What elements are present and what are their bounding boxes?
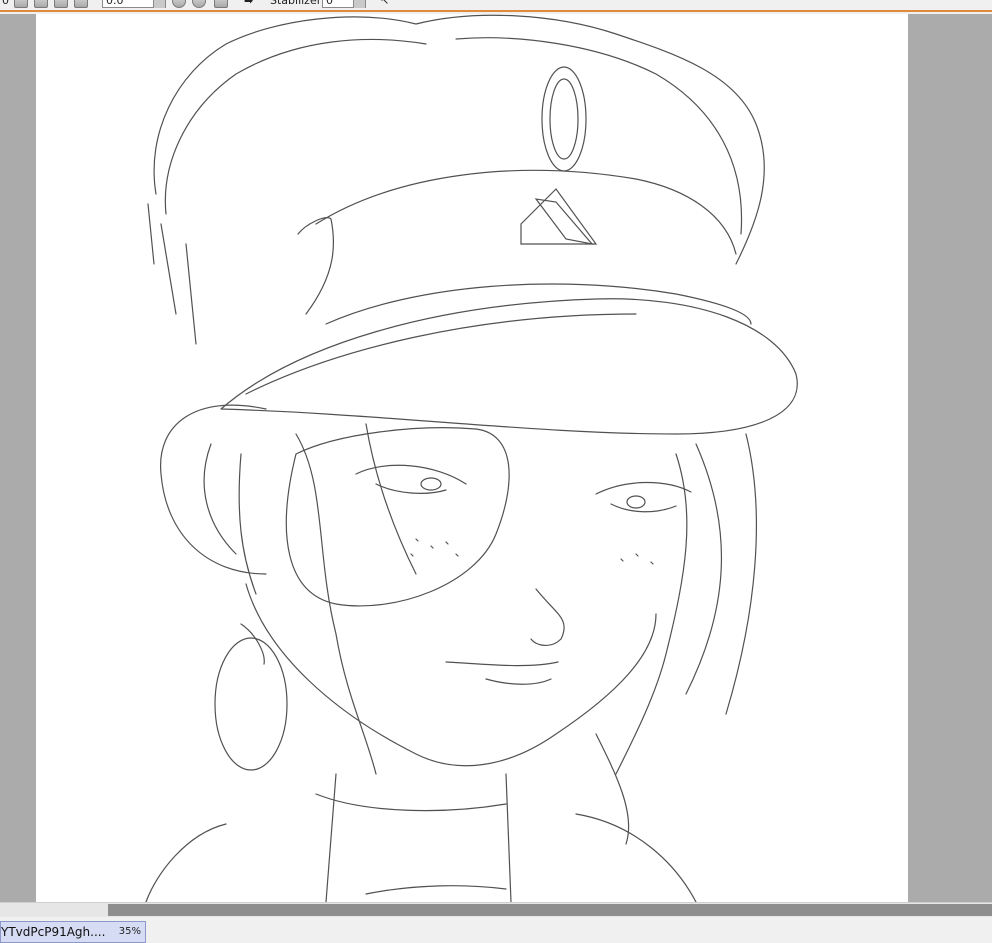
size-plus-button[interactable] [54, 0, 68, 8]
stabilizer-select[interactable]: 0 [322, 0, 366, 8]
zoom-level: 35% [118, 926, 141, 937]
undo-icon[interactable] [172, 0, 186, 8]
opacity-value: 0.0 [106, 0, 124, 7]
chevron-down-icon[interactable] [153, 0, 165, 8]
size-down-button[interactable] [14, 0, 28, 8]
sketch-artwork [145, 14, 798, 902]
document-tab[interactable]: YTvdPcP91Agh.... 35% [0, 921, 146, 943]
opacity-input[interactable]: 0.0 [102, 0, 166, 8]
document-tab-bar: YTvdPcP91Agh.... 35% [0, 917, 992, 943]
pen-tool-icon[interactable]: ↖ [380, 0, 389, 8]
size-minus-button[interactable] [34, 0, 48, 8]
horizontal-scrollbar[interactable] [0, 902, 992, 917]
brush-size-value[interactable]: 0 [2, 0, 9, 8]
redo-icon[interactable] [192, 0, 206, 8]
toolbar: 0 0.0 ➡ Stabilizer 0 ↖ [0, 0, 992, 12]
scrollbar-thumb[interactable] [108, 904, 992, 916]
drawing-canvas[interactable] [36, 14, 908, 902]
size-reset-button[interactable] [74, 0, 88, 8]
document-tab-name: YTvdPcP91Agh.... [1, 925, 106, 939]
stabilizer-label: Stabilizer [270, 0, 322, 7]
arrow-right-icon: ➡ [244, 0, 254, 7]
stabilizer-value: 0 [326, 0, 333, 7]
canvas-area[interactable] [0, 14, 992, 902]
flip-button[interactable] [214, 0, 228, 8]
chevron-down-icon[interactable] [353, 0, 365, 8]
